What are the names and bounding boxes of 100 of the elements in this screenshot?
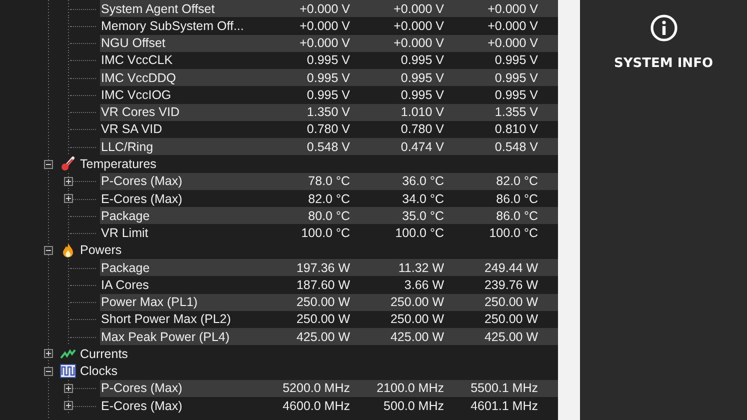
flame-icon (60, 242, 76, 258)
sensor-value: 500.0 MHz (382, 398, 444, 413)
sensor-value: 3.66 W (403, 278, 444, 292)
sensor-row[interactable]: IMC VccIOG 0.995 V 0.995 V 0.995 V (100, 86, 558, 104)
sensor-row[interactable]: Package 80.0 °C 35.0 °C 86.0 °C (100, 207, 558, 224)
info-icon[interactable] (650, 14, 678, 42)
sensor-value: 187.60 W (295, 278, 350, 292)
sensor-name[interactable]: VR Cores VID (101, 105, 251, 120)
sensor-value: 1.355 V (494, 105, 538, 120)
sensor-name[interactable]: IMC VccDDQ (101, 70, 251, 85)
expand-toggle[interactable] (64, 384, 73, 393)
sensor-value: 5200.0 MHz (282, 381, 350, 396)
sensor-value: 249.44 W (483, 260, 538, 275)
sensor-row[interactable]: E-Cores (Max) 82.0 °C 34.0 °C 86.0 °C (100, 190, 558, 208)
sensor-value: 0.995 V (306, 53, 350, 68)
collapse-toggle[interactable] (44, 160, 53, 169)
sensor-value: 80.0 °C (307, 208, 350, 223)
sensor-row[interactable]: Max Peak Power (PL4) 425.00 W 425.00 W 425.00 W (100, 328, 558, 346)
sensor-row[interactable]: E-Cores (Max) 4600.0 MHz 500.0 MHz 4601.1 MHz (100, 397, 558, 414)
clock-signal-icon (60, 363, 76, 380)
sensor-name[interactable]: Max Peak Power (PL4) (101, 330, 251, 344)
sensor-row[interactable]: Memory SubSystem Off... +0.000 V +0.000 V +0.000 V (100, 17, 558, 35)
sensor-value: 4601.1 MHz (470, 398, 538, 413)
expand-toggle[interactable] (64, 401, 73, 410)
sensor-value: 1.350 V (306, 105, 350, 120)
sensor-name[interactable]: Short Power Max (PL2) (101, 312, 251, 326)
sensor-value: 1.010 V (400, 105, 444, 120)
sensor-value: 0.548 V (494, 140, 538, 154)
sensor-name[interactable]: P-Cores (Max) (101, 381, 251, 396)
sensor-value: +0.000 V (298, 18, 350, 33)
sensor-name[interactable]: Memory SubSystem Off... (101, 18, 251, 33)
sensor-row[interactable]: VR SA VID 0.780 V 0.780 V 0.810 V (100, 120, 558, 138)
sensor-row[interactable]: IMC VccDDQ 0.995 V 0.995 V 0.995 V (100, 69, 558, 86)
sensor-value: 250.00 W (295, 295, 350, 310)
sensor-value: 82.0 °C (307, 192, 350, 206)
sensor-value: +0.000 V (392, 36, 444, 50)
sensor-name[interactable]: VR Limit (101, 226, 251, 240)
group-label[interactable]: Temperatures (80, 157, 156, 172)
sensor-value: 250.00 W (389, 295, 444, 310)
sensor-row[interactable]: P-Cores (Max) 5200.0 MHz 2100.0 MHz 5500.1 MHz (100, 380, 558, 398)
sensor-value: 0.995 V (400, 70, 444, 85)
sensor-name[interactable]: NGU Offset (101, 36, 251, 50)
sensor-value: +0.000 V (392, 18, 444, 33)
sensor-row[interactable]: Short Power Max (PL2) 250.00 W 250.00 W 250.00 W (100, 310, 558, 328)
thermometer-icon (60, 156, 76, 172)
expand-toggle[interactable] (64, 176, 73, 186)
sensor-value: 425.00 W (295, 330, 350, 344)
group-label[interactable]: Currents (80, 346, 128, 361)
sensor-value: 0.995 V (306, 70, 350, 85)
scrollbar-track[interactable] (558, 0, 580, 420)
sensor-value: +0.000 V (486, 2, 538, 16)
sensor-value: 100.0 °C (394, 226, 444, 240)
sensor-name[interactable]: VR SA VID (101, 122, 251, 136)
sensor-value: 0.780 V (400, 122, 444, 136)
sensor-row[interactable]: VR Limit 100.0 °C 100.0 °C 100.0 °C (100, 224, 558, 242)
sensor-name[interactable]: IMC VccCLK (101, 53, 251, 68)
sensor-value: 100.0 °C (488, 226, 538, 240)
sensor-name[interactable]: P-Cores (Max) (101, 174, 251, 188)
sensor-name[interactable]: E-Cores (Max) (101, 398, 251, 413)
sensor-value: 82.0 °C (495, 174, 538, 188)
sensor-name[interactable]: Package (101, 260, 251, 275)
group-label[interactable]: Clocks (80, 364, 118, 378)
sensor-value: 2100.0 MHz (376, 381, 444, 396)
sensor-row[interactable]: LLC/Ring 0.548 V 0.474 V 0.548 V (100, 138, 558, 156)
sensor-value: 5500.1 MHz (470, 381, 538, 396)
sensor-name[interactable]: E-Cores (Max) (101, 192, 251, 206)
sensor-value: 0.474 V (400, 140, 444, 154)
sensor-value: 0.995 V (494, 53, 538, 68)
system-info-label[interactable]: SYSTEM INFO (614, 56, 713, 71)
sensor-row[interactable]: P-Cores (Max) 78.0 °C 36.0 °C 82.0 °C (100, 172, 558, 190)
sensor-row[interactable]: IMC VccCLK 0.995 V 0.995 V 0.995 V (100, 52, 558, 70)
sensor-value: 86.0 °C (495, 208, 538, 223)
sensor-name[interactable]: System Agent Offset (101, 2, 251, 16)
sensor-row[interactable]: Package 197.36 W 11.32 W 249.44 W (100, 258, 558, 276)
sensor-name[interactable]: Power Max (PL1) (101, 295, 251, 310)
sensor-value: 0.995 V (494, 70, 538, 85)
expand-toggle[interactable] (64, 194, 73, 203)
sensor-name[interactable]: Package (101, 208, 251, 223)
collapse-toggle[interactable] (44, 366, 53, 376)
sensor-name[interactable]: LLC/Ring (101, 140, 251, 154)
expand-toggle[interactable] (44, 349, 53, 358)
sensor-row[interactable]: NGU Offset +0.000 V +0.000 V +0.000 V (100, 34, 558, 52)
sensor-value: 425.00 W (389, 330, 444, 344)
sensor-value: 0.995 V (306, 88, 350, 102)
sensor-value: 197.36 W (295, 260, 350, 275)
collapse-toggle[interactable] (44, 246, 53, 255)
sensor-name[interactable]: IA Cores (101, 278, 251, 292)
group-label[interactable]: Powers (80, 243, 122, 258)
sensor-row[interactable]: System Agent Offset +0.000 V +0.000 V +0.000 V (100, 0, 558, 18)
sensor-value: +0.000 V (486, 18, 538, 33)
sensor-value: 36.0 °C (401, 174, 444, 188)
sensor-value: 78.0 °C (307, 174, 350, 188)
sensor-row[interactable]: VR Cores VID 1.350 V 1.010 V 1.355 V (100, 104, 558, 121)
sensor-value: 0.548 V (306, 140, 350, 154)
sensor-value: +0.000 V (392, 2, 444, 16)
sensor-value: 35.0 °C (401, 208, 444, 223)
sensor-name[interactable]: IMC VccIOG (101, 88, 251, 102)
sensor-value: 11.32 W (397, 260, 444, 275)
sensor-row[interactable]: IA Cores 187.60 W 3.66 W 239.76 W (100, 276, 558, 294)
sensor-row[interactable]: Power Max (PL1) 250.00 W 250.00 W 250.00 W (100, 294, 558, 311)
